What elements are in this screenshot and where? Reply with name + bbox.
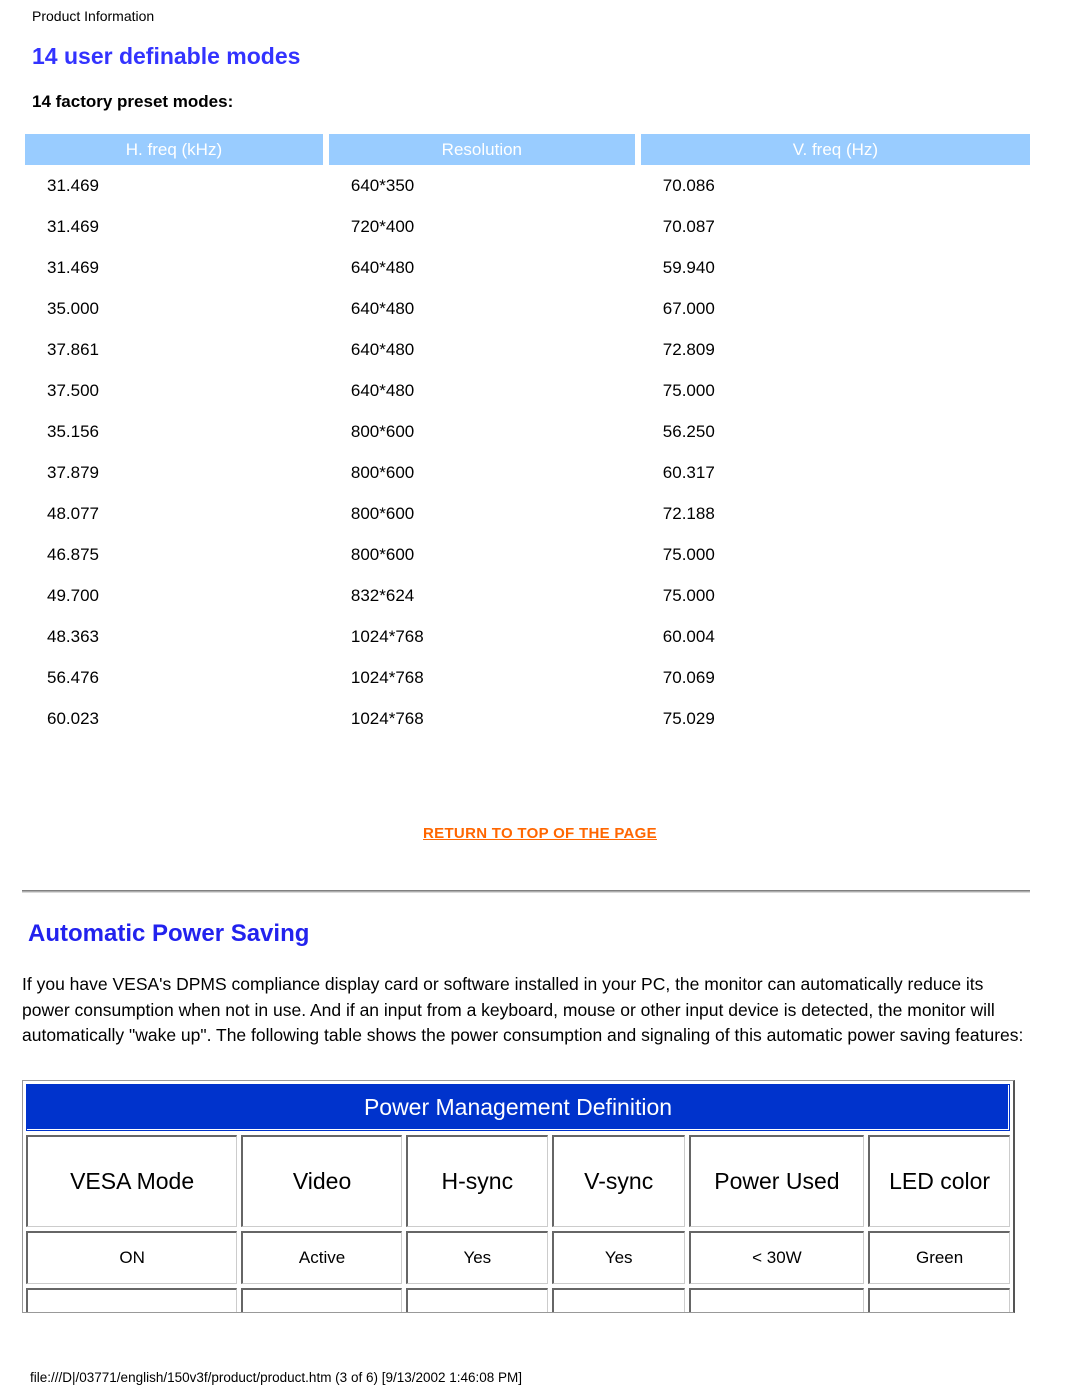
page-title: 14 user definable modes [32, 43, 301, 69]
table-row: 46.875 800*600 75.000 [25, 534, 1030, 575]
table-cell: 640*480 [350, 339, 415, 359]
column-header-resolution: Resolution [328, 134, 641, 165]
table-cell: 75.000 [662, 544, 715, 564]
table-cell: 640*350 [350, 175, 415, 195]
table-cell: 37.500 [47, 380, 99, 400]
power-column-header: Power Used [688, 1135, 865, 1227]
table-row: 35.156 800*600 56.250 [25, 411, 1030, 452]
power-table-cell: ON [26, 1231, 238, 1284]
power-management-title: Power Management Definition [26, 1084, 1010, 1131]
table-cell: 60.023 [47, 708, 99, 728]
power-management-header-row: VESA Mode Video H-sync V-sync Power Used LED … [26, 1135, 1011, 1227]
modes-table-header-row: H. freq (kHz) Resolution V. freq (Hz) [25, 134, 1030, 165]
table-row: 48.363 1024*768 60.004 [25, 616, 1030, 657]
table-cell: 35.000 [47, 298, 99, 318]
table-cell: 75.000 [662, 585, 715, 605]
table-cell: 832*624 [350, 585, 415, 605]
table-row: 49.700 832*624 75.000 [25, 575, 1030, 616]
table-row: 35.000 640*480 67.000 [25, 288, 1030, 329]
power-saving-paragraph: If you have VESA's DPMS compliance displ… [22, 974, 1024, 1045]
factory-preset-modes-table: H. freq (kHz) Resolution V. freq (Hz) 31… [25, 134, 1030, 739]
table-row: 31.469 640*350 70.086 [25, 165, 1030, 206]
table-row: 31.469 720*400 70.087 [25, 206, 1030, 247]
table-row: 37.879 800*600 60.317 [25, 452, 1030, 493]
power-table-cell-partial [868, 1288, 1011, 1312]
modes-table-head: H. freq (kHz) Resolution V. freq (Hz) [25, 134, 1030, 165]
table-cell: 48.077 [47, 503, 99, 523]
table-cell: 75.000 [662, 380, 715, 400]
table-cell: 31.469 [47, 175, 99, 195]
table-cell: 56.250 [662, 421, 715, 441]
table-cell: 46.875 [47, 544, 99, 564]
power-column-header: LED color [868, 1135, 1011, 1227]
column-header-h-freq: H. freq (kHz) [25, 134, 329, 165]
table-cell: 800*600 [350, 462, 415, 482]
table-cell: 31.469 [47, 257, 99, 277]
power-column-header: VESA Mode [26, 1135, 238, 1227]
table-cell: 60.317 [662, 462, 715, 482]
power-table-cell: Green [868, 1231, 1011, 1284]
power-table-cell: Active [241, 1231, 402, 1284]
table-cell: 800*600 [350, 544, 415, 564]
table-row: 37.500 640*480 75.000 [25, 370, 1030, 411]
power-column-header: Video [241, 1135, 402, 1227]
power-table-cell-partial [26, 1288, 238, 1312]
table-cell: 800*600 [350, 503, 415, 523]
power-column-header: V-sync [551, 1135, 685, 1227]
column-header-v-freq: V. freq (Hz) [640, 134, 1030, 165]
power-management-partial-row [26, 1288, 1011, 1312]
table-cell: 720*400 [350, 216, 415, 236]
table-cell: 640*480 [350, 257, 415, 277]
table-cell: 56.476 [47, 667, 99, 687]
power-table-cell-partial [241, 1288, 402, 1312]
power-table-cell: < 30W [688, 1231, 865, 1284]
table-cell: 1024*768 [350, 626, 424, 646]
power-table-cell-partial [551, 1288, 685, 1312]
table-cell: 640*480 [350, 298, 415, 318]
power-management-body: ON Active Yes Yes < 30W Green [26, 1231, 1011, 1284]
document-page: Product Information 14 user definable mo… [0, 0, 1080, 1397]
power-table-cell-partial [405, 1288, 548, 1312]
section-subtitle: 14 factory preset modes: [32, 92, 234, 111]
table-cell: 800*600 [350, 421, 415, 441]
automatic-power-saving-heading: Automatic Power Saving [28, 920, 310, 947]
table-cell: 1024*768 [350, 667, 424, 687]
table-cell: 49.700 [47, 585, 99, 605]
table-cell: 48.363 [47, 626, 99, 646]
table-cell: 37.861 [47, 339, 99, 359]
power-management-table: Power Management Definition VESA Mode Vid… [22, 1080, 1015, 1313]
power-table-cell: Yes [405, 1231, 548, 1284]
table-row: 60.023 1024*768 75.029 [25, 698, 1030, 739]
footer-file-path: file:///D|/03771/english/150v3f/product/… [30, 1370, 523, 1385]
table-cell: 37.879 [47, 462, 99, 482]
table-cell: 59.940 [662, 257, 715, 277]
table-cell: 67.000 [662, 298, 715, 318]
table-cell: 70.087 [662, 216, 715, 236]
table-cell: 70.086 [662, 175, 715, 195]
table-cell: 640*480 [350, 380, 415, 400]
table-cell: 72.188 [662, 503, 715, 523]
power-table-cell: Yes [551, 1231, 685, 1284]
power-table-cell-partial [688, 1288, 865, 1312]
table-row: 48.077 800*600 72.188 [25, 493, 1030, 534]
table-cell: 35.156 [47, 421, 99, 441]
table-cell: 70.069 [662, 667, 715, 687]
power-column-header: H-sync [405, 1135, 548, 1227]
table-row: 56.476 1024*768 70.069 [25, 657, 1030, 698]
table-cell: 31.469 [47, 216, 99, 236]
modes-table-body: 31.469 640*350 70.086 31.469 720*400 70.087 31… [25, 165, 1030, 739]
table-row: 37.861 640*480 72.809 [25, 329, 1030, 370]
return-to-top-container: RETURN TO TOP OF THE PAGE [0, 825, 1080, 843]
power-table-row: ON Active Yes Yes < 30W Green [26, 1231, 1011, 1284]
table-cell: 1024*768 [350, 708, 424, 728]
breadcrumb: Product Information [32, 8, 155, 24]
table-cell: 75.029 [662, 708, 715, 728]
horizontal-divider [22, 890, 1030, 893]
table-cell: 72.809 [662, 339, 715, 359]
table-cell: 60.004 [662, 626, 715, 646]
return-to-top-link[interactable]: RETURN TO TOP OF THE PAGE [423, 825, 657, 842]
table-row: 31.469 640*480 59.940 [25, 247, 1030, 288]
